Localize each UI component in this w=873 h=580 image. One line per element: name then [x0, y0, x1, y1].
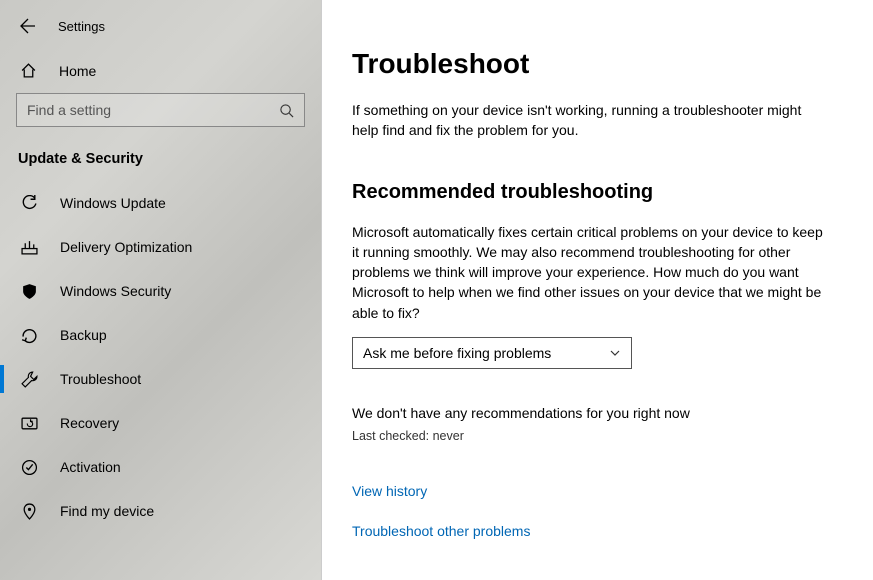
- wrench-icon: [20, 370, 38, 388]
- recovery-icon: [20, 414, 38, 432]
- home-icon: [20, 62, 37, 79]
- sidebar-home[interactable]: Home: [0, 52, 321, 93]
- backup-icon: [20, 326, 38, 344]
- sidebar-header: Settings: [0, 18, 321, 52]
- activation-icon: [20, 458, 38, 476]
- sidebar-item-find-my-device[interactable]: Find my device: [0, 489, 321, 533]
- dropdown-selected: Ask me before fixing problems: [363, 345, 551, 361]
- section-heading: Update & Security: [0, 147, 321, 181]
- sidebar-item-troubleshoot[interactable]: Troubleshoot: [0, 357, 321, 401]
- nav-label: Windows Security: [60, 283, 171, 299]
- sidebar-item-windows-security[interactable]: Windows Security: [0, 269, 321, 313]
- search-box[interactable]: [16, 93, 305, 127]
- page-title: Troubleshoot: [352, 48, 843, 80]
- troubleshoot-other-link[interactable]: Troubleshoot other problems: [352, 523, 843, 539]
- search-input[interactable]: [27, 102, 279, 118]
- refresh-icon: [20, 194, 38, 212]
- section-recommended-para: Microsoft automatically fixes certain cr…: [352, 222, 832, 323]
- sidebar-item-activation[interactable]: Activation: [0, 445, 321, 489]
- sidebar-nav: Windows Update Delivery Optimization Win…: [0, 181, 321, 533]
- sidebar-item-windows-update[interactable]: Windows Update: [0, 181, 321, 225]
- view-history-link[interactable]: View history: [352, 483, 843, 499]
- search-icon: [279, 103, 294, 118]
- nav-label: Recovery: [60, 415, 119, 431]
- back-button[interactable]: [20, 18, 36, 34]
- sidebar: Settings Home Update & Security Windows …: [0, 0, 322, 580]
- nav-label: Windows Update: [60, 195, 166, 211]
- sidebar-item-recovery[interactable]: Recovery: [0, 401, 321, 445]
- page-lead: If something on your device isn't workin…: [352, 100, 822, 141]
- last-checked: Last checked: never: [352, 429, 843, 443]
- location-icon: [20, 502, 38, 520]
- nav-label: Delivery Optimization: [60, 239, 192, 255]
- chevron-down-icon: [609, 347, 621, 359]
- nav-label: Find my device: [60, 503, 154, 519]
- recommendation-status: We don't have any recommendations for yo…: [352, 405, 843, 421]
- sidebar-item-backup[interactable]: Backup: [0, 313, 321, 357]
- settings-title: Settings: [58, 19, 105, 34]
- shield-icon: [20, 282, 38, 300]
- sidebar-item-delivery-optimization[interactable]: Delivery Optimization: [0, 225, 321, 269]
- nav-label: Backup: [60, 327, 107, 343]
- back-arrow-icon: [20, 18, 36, 34]
- section-recommended-heading: Recommended troubleshooting: [352, 181, 843, 204]
- delivery-icon: [20, 238, 38, 256]
- fix-preference-dropdown[interactable]: Ask me before fixing problems: [352, 337, 632, 369]
- main-content: Troubleshoot If something on your device…: [322, 0, 873, 580]
- nav-label: Activation: [60, 459, 121, 475]
- nav-label: Troubleshoot: [60, 371, 141, 387]
- sidebar-home-label: Home: [59, 63, 96, 79]
